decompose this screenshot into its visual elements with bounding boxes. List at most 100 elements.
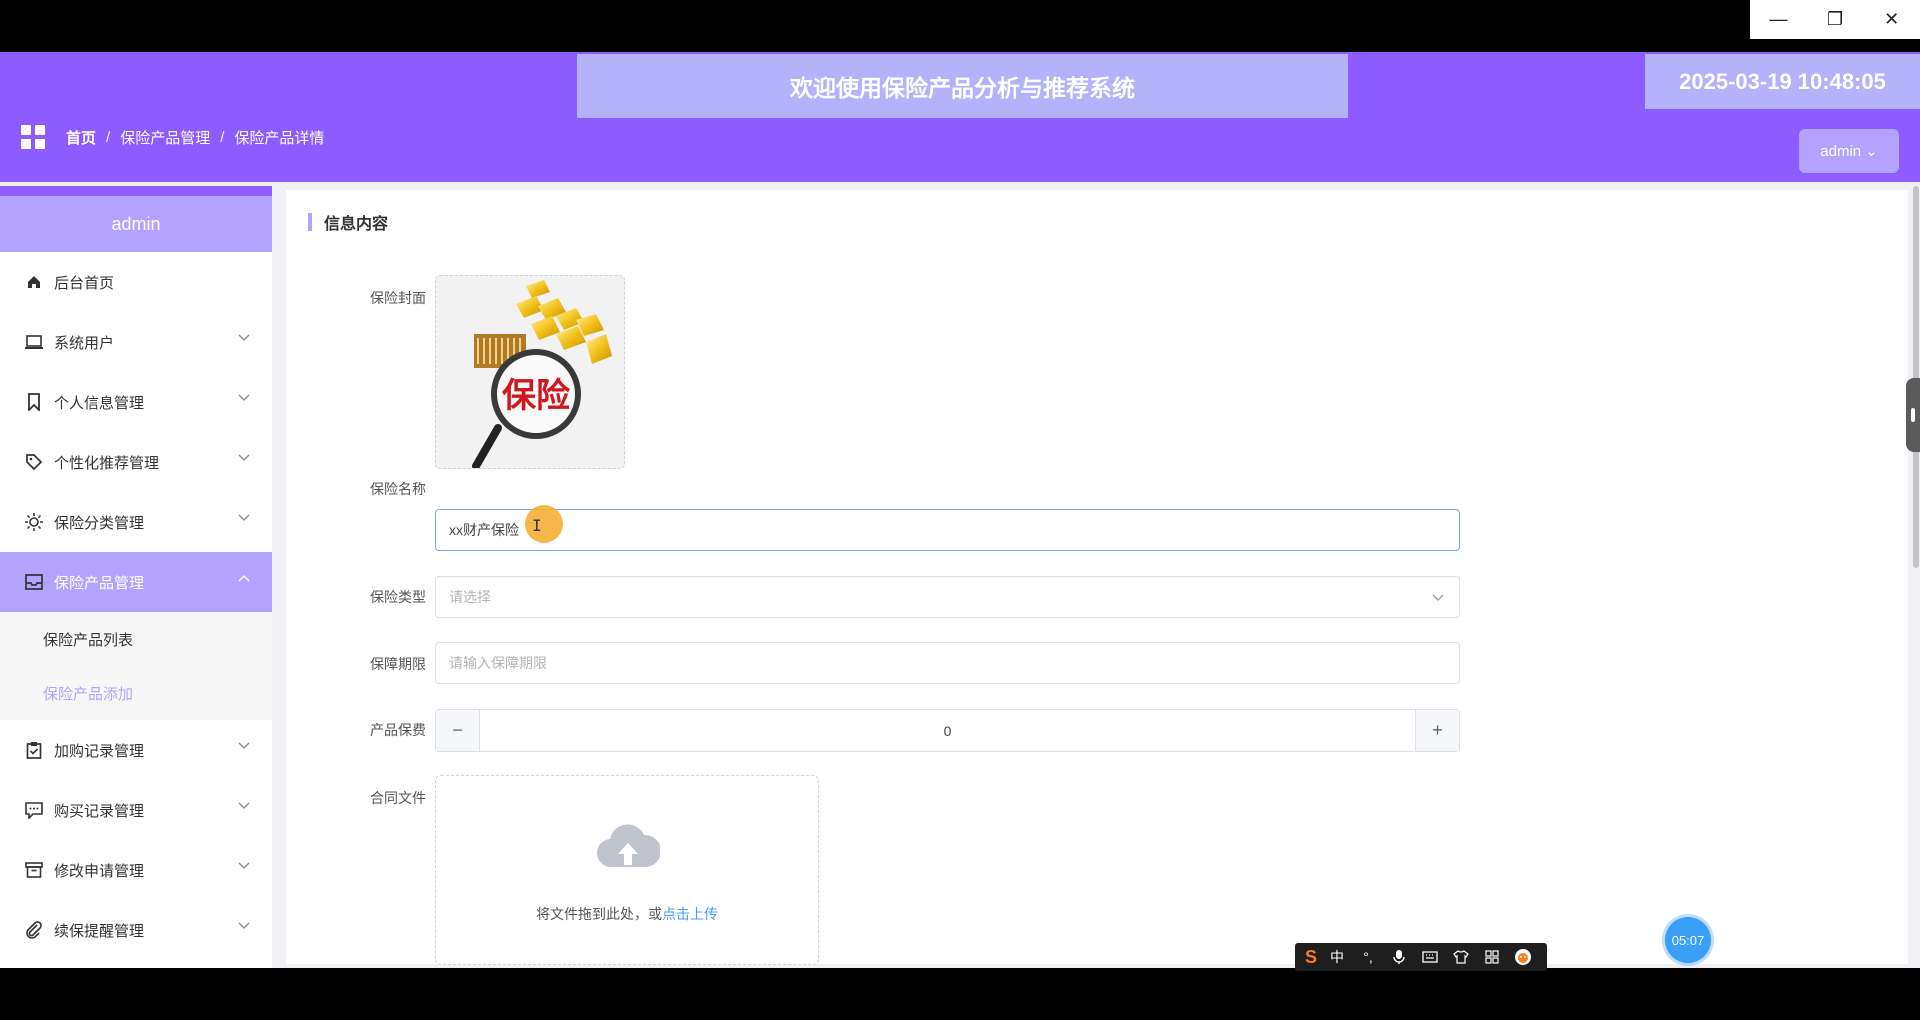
chevron-down-icon [238, 802, 250, 809]
period-input[interactable]: 请输入保障期限 [435, 642, 1460, 684]
sidebar-item-label: 加购记录管理 [54, 742, 145, 760]
contract-label: 合同文件 [370, 790, 426, 806]
ime-punctuation-toggle[interactable]: °, [1357, 949, 1379, 965]
minimize-button[interactable]: — [1750, 0, 1807, 39]
sidebar-item-label: 修改申请管理 [54, 862, 145, 880]
sidebar-item-system-users[interactable]: 系统用户 [0, 312, 272, 372]
bottom-bar [0, 968, 1920, 1020]
sidebar-item-label: 保险产品管理 [54, 574, 145, 592]
restore-button[interactable]: ❐ [1807, 0, 1864, 39]
fee-label: 产品保费 [370, 722, 426, 738]
grid-tools-icon[interactable] [1481, 950, 1503, 964]
svg-text:保险: 保险 [502, 376, 571, 416]
sidebar-item-category[interactable]: 保险分类管理 [0, 492, 272, 552]
breadcrumb: 首页 / 保险产品管理 / 保险产品详情 [66, 126, 324, 148]
user-menu-button[interactable]: admin ⌄ [1799, 129, 1899, 173]
sidebar-subitem-product-add[interactable]: 保险产品添加 [0, 666, 272, 720]
period-label: 保障期限 [370, 656, 426, 672]
fee-decrement-button[interactable]: − [436, 710, 480, 751]
menu-grid-icon[interactable] [21, 125, 45, 149]
chevron-down-icon [238, 514, 250, 521]
side-panel-handle[interactable] [1906, 378, 1920, 452]
sidebar-item-personal-info[interactable]: 个人信息管理 [0, 372, 272, 432]
cursor-highlight [525, 505, 563, 543]
cover-image[interactable]: 保险 [435, 275, 625, 469]
text-cursor-icon: I [532, 516, 542, 535]
sidebar-item-recommendation[interactable]: 个性化推荐管理 [0, 432, 272, 492]
sidebar-item-label: 个性化推荐管理 [54, 454, 160, 472]
type-select-placeholder: 请选择 [449, 589, 491, 605]
sidebar-item-cart-records[interactable]: 加购记录管理 [0, 720, 272, 780]
insurance-cover-image: 保险 [436, 276, 624, 468]
clipboard-icon [24, 740, 44, 760]
sidebar-item-label: 个人信息管理 [54, 394, 145, 412]
breadcrumb-product-management[interactable]: 保险产品管理 [120, 127, 210, 148]
sidebar-user: admin [0, 196, 272, 252]
sidebar: admin 后台首页 系统用户 个人信息管理 个性化推荐管理 保险分类管理 保险… [0, 186, 272, 968]
chevron-down-icon [238, 862, 250, 869]
chevron-down-icon [1432, 594, 1444, 601]
cloud-upload-icon [596, 824, 660, 868]
app-header: 欢迎使用保险产品分析与推荐系统 2025-03-19 10:48:05 首页 /… [0, 52, 1920, 182]
recording-timer[interactable]: 05:07 [1665, 917, 1711, 963]
sidebar-item-label: 续保提醒管理 [54, 922, 145, 940]
chevron-down-icon [238, 922, 250, 929]
sidebar-item-change-requests[interactable]: 修改申请管理 [0, 840, 272, 900]
sidebar-item-renewal-reminder[interactable]: 续保提醒管理 [0, 900, 272, 960]
breadcrumb-product-detail: 保险产品详情 [234, 129, 325, 147]
sidebar-submenu: 保险产品列表 保险产品添加 [0, 612, 272, 720]
bookmark-icon [24, 392, 44, 412]
type-select[interactable]: 请选择 [435, 576, 1460, 618]
ime-toolbar: S 中 °, [1295, 943, 1547, 971]
skin-icon[interactable] [1450, 950, 1472, 964]
content-card: 信息内容 保险封面 保险 保险名称 xx财产保险 保险类型 请选择 保障期限 请… [286, 190, 1908, 965]
sidebar-item-dashboard[interactable]: 后台首页 [0, 252, 272, 312]
section-title: 信息内容 [308, 212, 388, 233]
sidebar-item-label: 购买记录管理 [54, 802, 145, 820]
sidebar-item-label: 系统用户 [54, 334, 115, 352]
breadcrumb-separator: / [220, 128, 225, 146]
inbox-icon [24, 572, 44, 592]
chat-icon [24, 800, 44, 820]
laptop-icon [24, 332, 44, 352]
sidebar-item-purchase-records[interactable]: 购买记录管理 [0, 780, 272, 840]
upload-link[interactable]: 点击上传 [662, 906, 718, 922]
upload-hint-text: 将文件拖到此处，或 [536, 906, 662, 922]
tag-icon [24, 452, 44, 472]
sidebar-subitem-product-list[interactable]: 保险产品列表 [0, 612, 272, 666]
fee-value[interactable]: 0 [480, 710, 1415, 751]
system-title: 欢迎使用保险产品分析与推荐系统 [577, 54, 1348, 118]
name-label: 保险名称 [370, 481, 426, 497]
fee-stepper[interactable]: − 0 + [435, 709, 1460, 752]
mascot-icon[interactable] [1512, 948, 1534, 966]
breadcrumb-separator: / [106, 128, 111, 146]
period-input-placeholder: 请输入保障期限 [449, 655, 547, 671]
close-button[interactable]: ✕ [1863, 0, 1920, 39]
window-titlebar: — ❐ ✕ [0, 0, 1920, 52]
fee-increment-button[interactable]: + [1415, 710, 1459, 751]
chevron-down-icon [238, 334, 250, 341]
paperclip-icon [24, 920, 44, 940]
archive-icon [24, 860, 44, 880]
breadcrumb-home[interactable]: 首页 [66, 127, 96, 148]
sun-icon [24, 512, 44, 532]
ime-logo-icon[interactable]: S [1305, 947, 1317, 968]
cover-label: 保险封面 [370, 290, 426, 306]
microphone-icon[interactable] [1388, 949, 1410, 965]
section-title-accent [308, 213, 312, 231]
chevron-down-icon [238, 454, 250, 461]
sidebar-item-label: 后台首页 [54, 274, 115, 292]
sidebar-item-label: 保险分类管理 [54, 514, 145, 532]
keyboard-icon[interactable] [1419, 951, 1441, 963]
datetime-display: 2025-03-19 10:48:05 [1645, 54, 1920, 109]
user-menu-label: admin [1820, 142, 1862, 160]
sidebar-item-product-management[interactable]: 保险产品管理 [0, 552, 272, 612]
home-icon [24, 272, 44, 292]
scrollbar-thumb[interactable] [1913, 186, 1919, 568]
chevron-down-icon [238, 742, 250, 749]
upload-hint: 将文件拖到此处，或点击上传 [436, 904, 818, 924]
chevron-up-icon [238, 575, 250, 582]
name-input[interactable]: xx财产保险 [435, 509, 1460, 551]
contract-upload-area[interactable]: 将文件拖到此处，或点击上传 [435, 775, 819, 965]
ime-mode-toggle[interactable]: 中 [1326, 947, 1348, 967]
